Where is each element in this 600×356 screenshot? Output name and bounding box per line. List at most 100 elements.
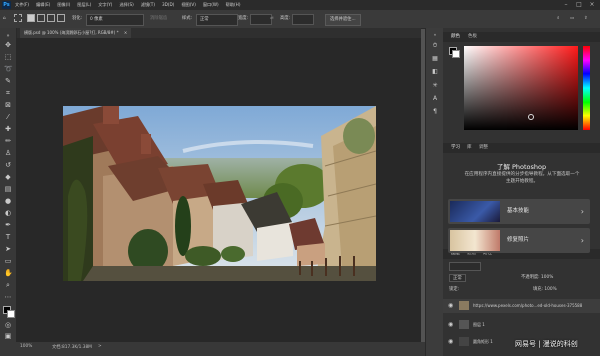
menu-item[interactable]: 图像(I) — [57, 0, 70, 10]
layer-row[interactable]: ◉ 图层 1 — [443, 318, 600, 332]
brush-tool-icon[interactable]: ✏ — [4, 137, 12, 145]
toolbar-collapse-icon[interactable]: » — [4, 32, 12, 40]
close-icon[interactable]: × — [586, 0, 598, 10]
home-icon[interactable]: ⌂ — [3, 14, 6, 24]
tab-color[interactable]: 颜色 — [451, 32, 460, 42]
menu-item[interactable]: 滤镜(T) — [141, 0, 155, 10]
adjustments-panel-icon[interactable]: ◧ — [431, 68, 439, 76]
paragraph-panel-icon[interactable]: ¶ — [431, 108, 439, 116]
layer-name[interactable]: 图层 1 — [473, 318, 485, 332]
height-label: 高度: — [280, 16, 291, 21]
hand-tool-icon[interactable]: ✋ — [4, 269, 13, 277]
chevron-right-icon: › — [580, 236, 584, 245]
layer-name[interactable]: 圆角矩形 1 — [473, 335, 493, 349]
search-icon[interactable]: ⌕ — [557, 14, 559, 24]
selection-mode-subtract-icon[interactable] — [47, 14, 55, 24]
selection-mode-intersect-icon[interactable] — [57, 14, 65, 24]
menu-item[interactable]: 视图(V) — [181, 0, 196, 10]
brush-settings-icon[interactable]: ✳ — [431, 82, 439, 90]
history-panel-icon[interactable]: ⏱ — [431, 42, 439, 50]
menu-item[interactable]: 图层(L) — [77, 0, 91, 10]
history-brush-tool-icon[interactable]: ↺ — [4, 161, 12, 169]
menu-item[interactable]: 3D(D) — [162, 0, 174, 10]
blur-tool-icon[interactable]: ● — [4, 197, 12, 205]
clone-stamp-tool-icon[interactable]: ♙ — [4, 149, 12, 157]
status-arrow-icon[interactable]: > — [98, 344, 102, 349]
workspace-icon[interactable]: ▭ — [570, 14, 574, 24]
learn-title: 了解 Photoshop — [496, 163, 547, 171]
fill-field[interactable]: 填充: 100% — [533, 286, 557, 292]
layer-filter-select[interactable] — [449, 262, 481, 271]
tab-adjustments[interactable]: 调整 — [479, 143, 488, 153]
menu-item[interactable]: 选择(S) — [119, 0, 133, 10]
feather-input[interactable]: 0 像素 — [86, 14, 144, 26]
minimize-icon[interactable]: – — [560, 0, 572, 10]
blend-mode-select[interactable]: 正常 — [449, 274, 466, 282]
healing-brush-tool-icon[interactable]: ✚ — [4, 125, 12, 133]
menu-item[interactable]: 帮助(H) — [226, 0, 241, 10]
height-input[interactable] — [292, 14, 314, 25]
rectangle-tool-icon[interactable]: ▭ — [4, 257, 12, 265]
document-image[interactable] — [63, 106, 376, 281]
layer-row[interactable]: ◉ https://www.pexels.com/photo...ed-old-… — [443, 299, 600, 313]
marquee-tool-icon[interactable] — [14, 14, 22, 24]
pen-tool-icon[interactable]: ✒ — [4, 221, 12, 229]
swap-icon[interactable]: ⇄ — [270, 14, 274, 24]
document-tab[interactable]: 横版.psd @ 100% (海滨鹅卵石小屋?打, RGB/8#) * × — [20, 28, 132, 38]
learn-card-fix-photo[interactable]: 修复照片 › — [448, 228, 590, 253]
quick-selection-tool-icon[interactable]: ✎ — [4, 77, 12, 85]
menu-item[interactable]: 文件(F) — [15, 0, 29, 10]
move-tool-icon[interactable]: ✥ — [4, 41, 12, 49]
path-selection-tool-icon[interactable]: ➤ — [4, 245, 12, 253]
selection-mode-add-icon[interactable] — [37, 14, 45, 24]
hue-slider[interactable] — [583, 46, 590, 130]
select-and-mask-button[interactable]: 选择并遮住... — [325, 14, 361, 26]
strip-collapse-icon[interactable]: « — [431, 31, 439, 39]
visibility-eye-icon[interactable]: ◉ — [448, 321, 453, 328]
gradient-tool-icon[interactable]: ▤ — [4, 185, 12, 193]
color-picker-field[interactable] — [464, 46, 578, 130]
width-input[interactable] — [250, 14, 272, 25]
quick-mask-icon[interactable]: ◎ — [4, 321, 12, 329]
style-select[interactable]: 正常 — [196, 14, 238, 26]
zoom-level[interactable]: 100% — [20, 344, 32, 349]
layer-thumbnail — [459, 320, 469, 329]
zoom-tool-icon[interactable]: ⌕ — [4, 281, 12, 289]
color-picker-cursor[interactable] — [528, 114, 534, 120]
background-color-swatch[interactable] — [7, 310, 15, 318]
color-panel-background-swatch[interactable] — [452, 50, 460, 58]
crop-tool-icon[interactable]: ⌗ — [4, 89, 12, 97]
properties-panel-icon[interactable]: ▦ — [431, 55, 439, 63]
menu-item[interactable]: 文字(Y) — [98, 0, 112, 10]
visibility-eye-icon[interactable]: ◉ — [448, 338, 453, 345]
character-panel-icon[interactable]: A — [431, 95, 439, 103]
tab-libraries[interactable]: 库 — [467, 143, 472, 153]
menu-item[interactable]: 窗口(W) — [203, 0, 219, 10]
tab-learn[interactable]: 学习 — [451, 143, 460, 153]
opacity-field[interactable]: 不透明度: 100% — [521, 274, 553, 280]
fix-photo-label: 修复照片 — [507, 237, 530, 243]
learn-card-basic-skills[interactable]: 基本技能 › — [448, 199, 590, 224]
type-tool-icon[interactable]: T — [4, 233, 12, 241]
share-icon[interactable]: ⇪ — [584, 14, 588, 24]
eyedropper-tool-icon[interactable]: ⁄ — [4, 113, 12, 121]
document-info[interactable]: 文档:817.3K/1.38M — [52, 344, 92, 350]
watermark-text: 网易号 | 漫说的科创 — [515, 340, 578, 348]
menu-item[interactable]: 编辑(E) — [36, 0, 50, 10]
visibility-eye-icon[interactable]: ◉ — [448, 302, 453, 309]
screen-mode-icon[interactable]: ▣ — [4, 332, 12, 340]
lasso-tool-icon[interactable]: ➰ — [4, 65, 13, 73]
rectangular-marquee-tool-icon[interactable]: ⬚ — [4, 53, 12, 61]
selection-mode-new-icon[interactable] — [27, 14, 35, 24]
tab-close-icon[interactable]: × — [124, 30, 127, 35]
frame-tool-icon[interactable]: ⊠ — [4, 101, 12, 109]
antialias-checkbox[interactable]: 消除锯齿 — [150, 14, 167, 24]
tab-swatches[interactable]: 色板 — [468, 32, 477, 42]
more-tools-icon[interactable]: ⋯ — [4, 293, 12, 301]
maximize-icon[interactable]: □ — [573, 0, 585, 10]
layer-name[interactable]: https://www.pexels.com/photo...ed-old-ho… — [473, 299, 582, 313]
layer-thumbnail — [459, 337, 469, 346]
eraser-tool-icon[interactable]: ◆ — [4, 173, 12, 181]
menu-bar: Ps 文件(F) 编辑(E) 图像(I) 图层(L) 文字(Y) 选择(S) 滤镜(T) 3D… — [0, 0, 600, 10]
dodge-tool-icon[interactable]: ◐ — [4, 209, 12, 217]
